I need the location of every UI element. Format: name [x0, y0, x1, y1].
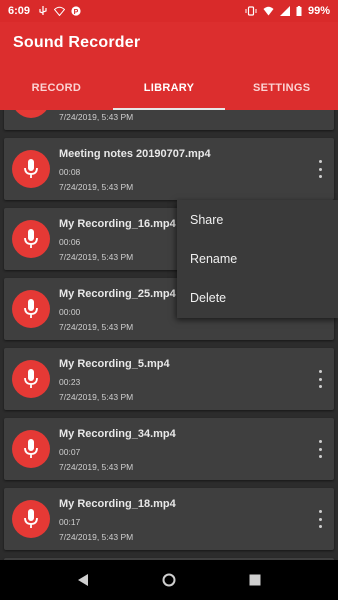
home-icon: [162, 573, 176, 587]
recording-duration: 00:06: [59, 237, 81, 247]
recording-name: My Recording_34.mp4: [59, 428, 176, 440]
more-vert-icon[interactable]: [316, 160, 324, 178]
vibrate-icon: [245, 6, 257, 16]
more-vert-icon[interactable]: [316, 510, 324, 528]
tab-library[interactable]: LIBRARY: [112, 66, 226, 110]
mic-icon[interactable]: [12, 110, 50, 118]
recording-duration: 00:08: [59, 167, 81, 177]
recording-name: My Recording_16.mp4: [59, 218, 176, 230]
recordings-list[interactable]: 7/24/2019, 5:43 PM Meeting notes 2019070…: [0, 110, 338, 560]
recording-duration: 00:17: [59, 517, 81, 527]
home-button[interactable]: [154, 565, 184, 595]
mic-icon[interactable]: [12, 290, 50, 328]
app-screen: 6:09 P 99% Sound Recorder RECORD LIBRARY…: [0, 0, 338, 600]
tab-settings[interactable]: SETTINGS: [225, 66, 338, 110]
app-bar: Sound Recorder: [0, 22, 338, 66]
usb-icon: [39, 6, 47, 15]
recents-icon: [249, 574, 261, 586]
back-button[interactable]: [68, 565, 98, 595]
tab-bar: RECORD LIBRARY SETTINGS: [0, 66, 338, 110]
recording-duration: 00:23: [59, 377, 81, 387]
battery-icon: [296, 6, 302, 16]
recording-date: 7/24/2019, 5:43 PM: [59, 252, 134, 262]
recording-date: 7/24/2019, 5:43 PM: [59, 392, 134, 402]
system-nav-bar: [0, 560, 338, 600]
parking-icon: P: [71, 6, 81, 16]
battery-percent: 99%: [307, 5, 330, 17]
menu-item-rename[interactable]: Rename: [177, 239, 338, 278]
svg-text:P: P: [74, 9, 79, 16]
mic-icon[interactable]: [12, 220, 50, 258]
tab-record[interactable]: RECORD: [0, 66, 113, 110]
recording-duration: 00:07: [59, 447, 81, 457]
more-vert-icon[interactable]: [316, 440, 324, 458]
signal-icon: [279, 6, 290, 16]
mic-icon[interactable]: [12, 430, 50, 468]
app-title: Sound Recorder: [13, 34, 141, 51]
wifi-off-icon: [54, 6, 66, 16]
back-icon: [78, 574, 88, 586]
recording-card[interactable]: Meeting notes 20190707.mp4 00:08 7/24/20…: [4, 138, 334, 200]
wifi-icon: [263, 6, 274, 16]
context-menu: Share Rename Delete: [177, 200, 338, 318]
recording-card[interactable]: 7/24/2019, 5:43 PM: [4, 110, 334, 130]
status-right: 99%: [245, 5, 330, 17]
status-bar: 6:09 P 99%: [0, 0, 338, 22]
recents-button[interactable]: [240, 565, 270, 595]
recording-date: 7/24/2019, 5:43 PM: [59, 462, 134, 472]
recording-card[interactable]: My Recording_34.mp4 00:07 7/24/2019, 5:4…: [4, 418, 334, 480]
recording-card[interactable]: My Recording_5.mp4 00:23 7/24/2019, 5:43…: [4, 348, 334, 410]
mic-icon[interactable]: [12, 360, 50, 398]
menu-item-share[interactable]: Share: [177, 200, 338, 239]
mic-icon[interactable]: [12, 500, 50, 538]
notification-icons: P: [38, 6, 81, 16]
recording-name: My Recording_25.mp4: [59, 288, 176, 300]
recording-date: 7/24/2019, 5:43 PM: [59, 182, 134, 192]
recording-date: 7/24/2019, 5:43 PM: [59, 112, 134, 122]
recording-name: Meeting notes 20190707.mp4: [59, 148, 211, 160]
status-time: 6:09: [8, 5, 31, 17]
recording-name: My Recording_18.mp4: [59, 498, 176, 510]
mic-icon[interactable]: [12, 150, 50, 188]
recording-card[interactable]: My Recording_18.mp4 00:17 7/24/2019, 5:4…: [4, 488, 334, 550]
recording-name: My Recording_5.mp4: [59, 358, 170, 370]
menu-item-delete[interactable]: Delete: [177, 278, 338, 317]
recording-date: 7/24/2019, 5:43 PM: [59, 322, 134, 332]
recording-duration: 00:00: [59, 307, 81, 317]
recording-date: 7/24/2019, 5:43 PM: [59, 532, 134, 542]
more-vert-icon[interactable]: [316, 370, 324, 388]
